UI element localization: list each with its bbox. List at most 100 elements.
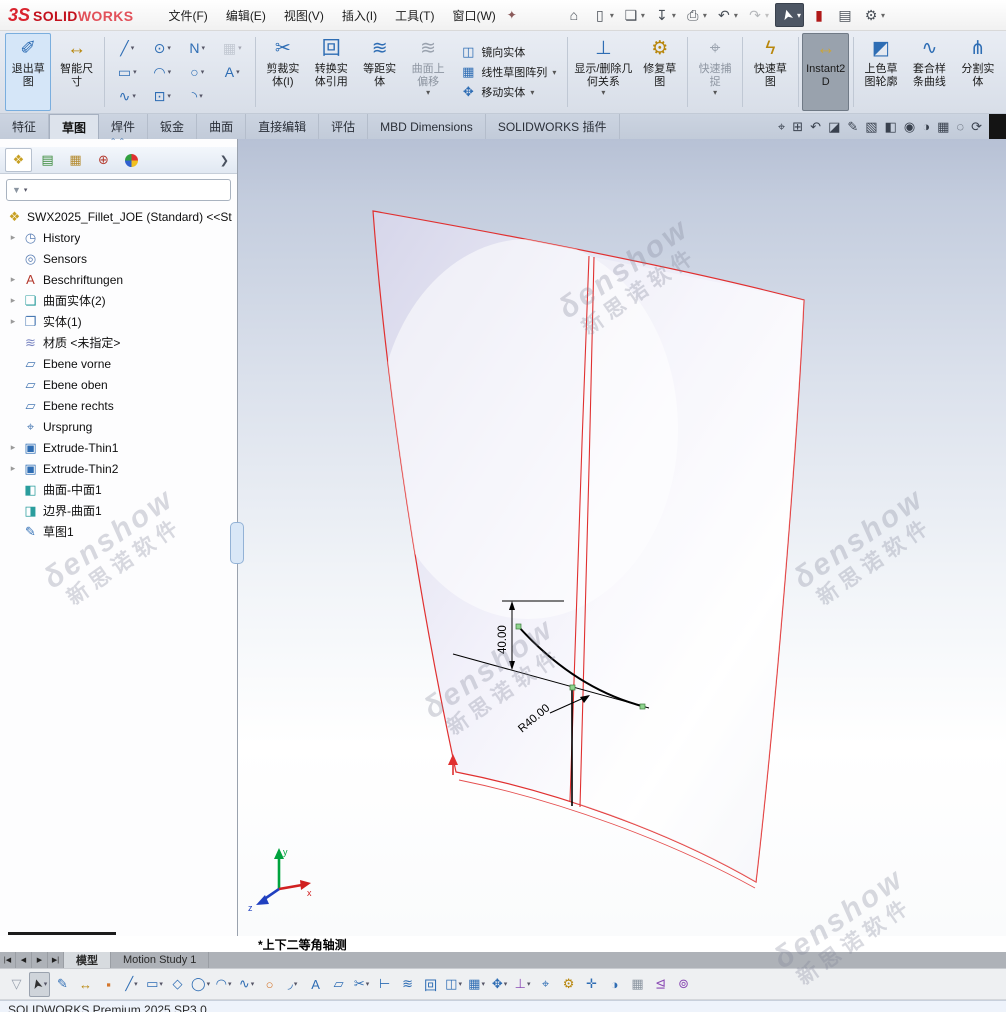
hide-show-items-icon[interactable]: ◉ [904, 120, 915, 134]
undo-dropdown-caret[interactable]: ▾ [734, 11, 738, 20]
expand-arrow-icon[interactable]: ▸ [8, 316, 18, 327]
linear-pattern-tool-dropdown-caret[interactable]: ▾ [481, 980, 485, 988]
arc-tool-dropdown-caret[interactable]: ▾ [228, 980, 232, 988]
smart-dimension-tool-button[interactable]: ↔ [75, 972, 96, 997]
convert-tool-button[interactable]: 回 [420, 972, 441, 997]
move-tool-button[interactable]: ✥▾ [489, 972, 510, 997]
exit-sketch-button[interactable]: ✐退出草图 [5, 33, 51, 111]
panel-collapse-handle[interactable]: ⌃⌃ [0, 139, 237, 147]
save-dropdown-caret[interactable]: ▾ [672, 11, 676, 20]
open-document-button[interactable]: ❏▾ [620, 4, 647, 26]
spline-button[interactable]: Ν▾ [180, 36, 215, 60]
display-delete-relations-dropdown-caret[interactable]: ▾ [601, 89, 605, 97]
ribbon-tab-6[interactable]: 评估 [319, 114, 368, 139]
nav-end-tool-button[interactable]: ⊚ [673, 972, 694, 997]
menu-item-5[interactable]: 窗口(W) [443, 2, 504, 29]
print-button[interactable]: ⎙▾ [682, 4, 709, 26]
document-tab-1[interactable]: Motion Study 1 [111, 952, 209, 968]
snaps-tool-button[interactable]: ✛ [581, 972, 602, 997]
tree-item-extrude-thin2[interactable]: ▸▣Extrude-Thin2 [0, 458, 237, 479]
displaymanager-tab[interactable] [119, 149, 144, 171]
spline-tool-dropdown-caret[interactable]: ▾ [251, 980, 255, 988]
zoom-to-area-icon[interactable]: ⊞ [792, 120, 803, 134]
rapid-sketch-button[interactable]: ϟ快速草图 [747, 33, 793, 111]
ribbon-tab-3[interactable]: 钣金 [148, 114, 197, 139]
plane-tool-button[interactable]: ▱ [328, 972, 349, 997]
equation-spline-button[interactable]: ∿▾ [110, 84, 145, 108]
filter-input[interactable] [30, 183, 225, 197]
selection-filter-button[interactable]: ▽ [6, 972, 27, 997]
circle-button[interactable]: ⊙▾ [145, 36, 180, 60]
move-tool-dropdown-caret[interactable]: ▾ [504, 980, 508, 988]
rectangle-button[interactable]: ▭▾ [110, 60, 145, 84]
shaded-sketch-contours-button[interactable]: ◩上色草图轮廓 [858, 33, 904, 111]
propertymanager-tab[interactable]: ▤ [35, 149, 60, 171]
options-dropdown-caret[interactable]: ▾ [881, 11, 885, 20]
view-settings-icon[interactable]: ◌ [956, 120, 964, 134]
expand-arrow-icon[interactable]: ▸ [8, 232, 18, 243]
panel-expand-chevron[interactable]: ❯ [217, 154, 232, 167]
line-tool-button[interactable]: ╱▾ [121, 972, 142, 997]
linear-pattern-tool-button[interactable]: ▦▾ [466, 972, 487, 997]
new-document-dropdown-caret[interactable]: ▾ [610, 11, 614, 20]
select-button[interactable]: ➤▾ [775, 3, 804, 27]
point-button[interactable]: ⊡▾ [145, 84, 180, 108]
tree-item-plane-right[interactable]: ▱Ebene rechts [0, 395, 237, 416]
equation-spline-dropdown-caret[interactable]: ▾ [132, 92, 136, 100]
redo-button[interactable]: ↷▾ [744, 4, 771, 26]
polygon-tool-button[interactable]: ◇ [167, 972, 188, 997]
tree-item-extrude-thin1[interactable]: ▸▣Extrude-Thin1 [0, 437, 237, 458]
undo-button[interactable]: ↶▾ [713, 4, 740, 26]
tree-item-origin[interactable]: ⌖Ursprung [0, 416, 237, 437]
panel-resize-bar[interactable] [8, 932, 116, 935]
rectangle-dropdown-caret[interactable]: ▾ [133, 68, 137, 76]
redo-dropdown-caret[interactable]: ▾ [765, 11, 769, 20]
tree-item-annotations[interactable]: ▸ABeschriftungen [0, 269, 237, 290]
edit-appearance-icon[interactable]: ◑ [922, 120, 930, 134]
pin-menu-icon[interactable]: ✦ [507, 8, 517, 22]
arc-button[interactable]: ◠▾ [145, 60, 180, 84]
tab-nav-3[interactable]: ▶| [48, 952, 64, 968]
tree-item-plane-top[interactable]: ▱Ebene oben [0, 374, 237, 395]
text-dropdown-caret[interactable]: ▾ [236, 68, 240, 76]
circle-tool-button[interactable]: ◯▾ [190, 972, 211, 997]
view-orientation-icon[interactable]: ▧ [865, 120, 877, 134]
menu-item-0[interactable]: 文件(F) [159, 2, 216, 29]
task-pane-button[interactable]: ▤ [834, 4, 856, 26]
ribbon-tab-2[interactable]: 焊件 [99, 114, 148, 139]
menu-item-1[interactable]: 编辑(E) [217, 2, 275, 29]
select-dropdown-caret[interactable]: ▾ [797, 11, 801, 20]
fillet-tool-button[interactable]: ◞▾ [282, 972, 303, 997]
fit-spline-button[interactable]: ∿套合样条曲线 [906, 33, 952, 111]
surface-offset-dropdown-caret[interactable]: ▾ [426, 89, 430, 97]
fillet-tool-dropdown-caret[interactable]: ▾ [294, 980, 298, 988]
text-tool-button[interactable]: A [305, 972, 326, 997]
repair-tool-button[interactable]: ⚙ [558, 972, 579, 997]
text-button[interactable]: A▾ [215, 60, 250, 84]
display-relations-tool-button[interactable]: ⌖ [535, 972, 556, 997]
ribbon-tab-8[interactable]: SOLIDWORKS 插件 [486, 114, 620, 139]
configurationmanager-tab[interactable]: ▦ [63, 149, 88, 171]
tree-item-solid-bodies[interactable]: ▸❐实体(1) [0, 311, 237, 332]
print-dropdown-caret[interactable]: ▾ [703, 11, 707, 20]
instant2d-button[interactable]: ↔Instant2D [802, 33, 848, 111]
model-view[interactable]: 40.00 R40.00 x y z [238, 139, 1006, 936]
corner-arc-button[interactable]: ◝▾ [180, 84, 215, 108]
convert-entities-button[interactable]: 回转换实体引用 [308, 33, 354, 111]
relations-tool-dropdown-caret[interactable]: ▾ [527, 980, 531, 988]
offset-tool-button[interactable]: ≋ [397, 972, 418, 997]
ribbon-tab-1[interactable]: 草图 [49, 114, 99, 139]
linear-dimension-text[interactable]: 40.00 [497, 625, 509, 654]
smart-dimension-button[interactable]: ↔智能尺寸 [53, 33, 99, 111]
ribbon-tab-5[interactable]: 直接编辑 [246, 114, 319, 139]
graphics-viewport[interactable]: 40.00 R40.00 x y z [238, 139, 1006, 936]
move-entities-dropdown-caret[interactable]: ▾ [530, 88, 534, 97]
relations-tool-button[interactable]: ⊥▾ [512, 972, 533, 997]
rectangle-tool-button[interactable]: ▭▾ [144, 972, 165, 997]
point-tool-button[interactable]: ▪ [98, 972, 119, 997]
ribbon-tab-7[interactable]: MBD Dimensions [368, 114, 486, 139]
menu-item-3[interactable]: 插入(I) [333, 2, 386, 29]
expand-arrow-icon[interactable]: ▸ [8, 274, 18, 285]
mirror-tool-button[interactable]: ◫▾ [443, 972, 464, 997]
options-button[interactable]: ⚙▾ [860, 4, 887, 26]
